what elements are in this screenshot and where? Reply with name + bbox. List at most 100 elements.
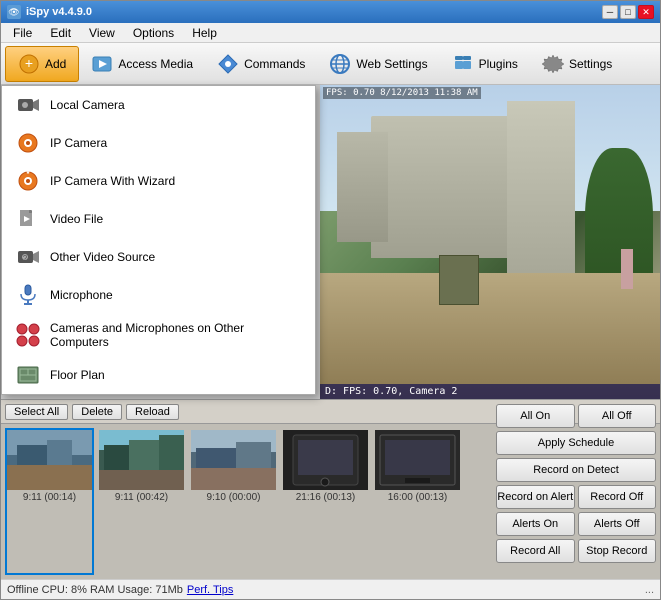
dropdown-floor-plan[interactable]: Floor Plan	[2, 356, 315, 394]
building2	[337, 132, 388, 242]
video-file-icon	[16, 207, 40, 231]
floor-plan-icon	[16, 363, 40, 387]
all-on-button[interactable]: All On	[496, 424, 575, 428]
person-figure	[621, 249, 633, 289]
btn-row-4: Record on Alert Record Off	[496, 485, 656, 509]
thumbnail-label-1: 9:11 (00:14)	[23, 492, 76, 503]
svg-text:★: ★	[26, 170, 31, 176]
btn-row-3: Record on Detect	[496, 458, 656, 482]
alerts-off-button[interactable]: Alerts Off	[578, 512, 657, 536]
status-text: Offline CPU: 8% RAM Usage: 71Mb	[7, 584, 183, 596]
camera-feed: FPS: 0.70 8/12/2013 11:38 AM D: FPS: 0.7…	[320, 85, 660, 399]
thumbnail-img-4	[283, 430, 368, 490]
thumbnail-1[interactable]: 9:11 (00:14)	[5, 428, 94, 575]
thumbnail-img-5	[375, 430, 460, 490]
bottom-section: Select All Delete Reload	[1, 399, 660, 579]
menu-options[interactable]: Options	[125, 24, 182, 42]
record-on-detect-button[interactable]: Record on Detect	[496, 458, 656, 482]
dropdown-local-camera[interactable]: Local Camera	[2, 86, 315, 124]
dropdown-cameras-microphones[interactable]: Cameras and Microphones on Other Compute…	[2, 314, 315, 356]
media-icon	[91, 53, 113, 75]
toolbar-settings[interactable]: Settings	[530, 46, 624, 82]
btn-row-5: Alerts On Alerts Off	[496, 512, 656, 536]
window-controls: ─ □ ✕	[602, 5, 654, 19]
record-off-button[interactable]: Record Off	[578, 485, 657, 509]
camera-image	[320, 85, 660, 399]
thumbnail-2[interactable]: 9:11 (00:42)	[97, 428, 186, 575]
plugins-icon	[452, 53, 474, 75]
building3	[507, 101, 575, 274]
svg-text:?: ?	[23, 254, 28, 263]
cameras-microphones-icon	[16, 323, 40, 347]
toolbar-plugins[interactable]: Plugins	[440, 46, 530, 82]
menu-help[interactable]: Help	[184, 24, 225, 42]
other-video-icon: ?	[16, 245, 40, 269]
toolbar-access-media[interactable]: Access Media	[79, 46, 205, 82]
menu-view[interactable]: View	[81, 24, 123, 42]
title-bar-left: 👁 iSpy v4.4.9.0	[7, 5, 92, 19]
thumbnail-img-1	[7, 430, 92, 490]
status-dots: ...	[645, 584, 654, 596]
record-all-button[interactable]: Record All	[496, 539, 575, 563]
thumbnail-3[interactable]: 9:10 (00:00)	[189, 428, 278, 575]
btn-row-2: Apply Schedule	[496, 431, 656, 455]
ground	[320, 273, 660, 399]
ip-camera-wizard-icon: ★	[16, 169, 40, 193]
main-window: 👁 iSpy v4.4.9.0 ─ □ ✕ File Edit View Opt…	[0, 0, 661, 600]
camera-overlay: D: FPS: 0.70, Camera 2	[320, 384, 660, 399]
local-camera-icon	[16, 93, 40, 117]
dropdown-other-video[interactable]: ? Other Video Source	[2, 238, 315, 276]
thumbnail-label-2: 9:11 (00:42)	[115, 492, 168, 503]
dropdown-ip-camera-wizard[interactable]: ★ IP Camera With Wizard	[2, 162, 315, 200]
main-content: Local Camera IP Camera	[1, 85, 660, 579]
minimize-button[interactable]: ─	[602, 5, 618, 19]
title-bar: 👁 iSpy v4.4.9.0 ─ □ ✕	[1, 1, 660, 23]
thumbnail-img-3	[191, 430, 276, 490]
status-bar: Offline CPU: 8% RAM Usage: 71Mb Perf. Ti…	[1, 579, 660, 599]
toolbar-web-settings[interactable]: Web Settings	[317, 46, 439, 82]
toolbar-commands[interactable]: Commands	[205, 46, 317, 82]
dropdown-ip-camera[interactable]: IP Camera	[2, 124, 315, 162]
perf-tips-link[interactable]: Perf. Tips	[187, 584, 233, 596]
delete-button[interactable]: Delete	[72, 404, 122, 420]
commands-icon	[217, 53, 239, 75]
apply-schedule-button[interactable]: Apply Schedule	[496, 431, 656, 455]
thumbnail-label-5: 16:00 (00:13)	[388, 492, 448, 503]
thumb-svg-4	[283, 430, 368, 490]
object-center	[439, 255, 479, 305]
record-on-alert-button[interactable]: Record on Alert	[496, 485, 575, 509]
microphone-icon	[16, 283, 40, 307]
btn-row-1: All On All Off	[496, 424, 656, 428]
toolbar-add[interactable]: + Add	[5, 46, 79, 82]
add-icon: +	[18, 53, 40, 75]
menu-edit[interactable]: Edit	[42, 24, 79, 42]
select-all-button[interactable]: Select All	[5, 404, 68, 420]
menu-file[interactable]: File	[5, 24, 40, 42]
reload-button[interactable]: Reload	[126, 404, 179, 420]
menu-bar: File Edit View Options Help	[1, 23, 660, 43]
window-title: iSpy v4.4.9.0	[26, 6, 92, 18]
maximize-button[interactable]: □	[620, 5, 636, 19]
alerts-on-button[interactable]: Alerts On	[496, 512, 575, 536]
dropdown-microphone[interactable]: Microphone	[2, 276, 315, 314]
dropdown-video-file[interactable]: Video File	[2, 200, 315, 238]
thumbnail-4[interactable]: 21:16 (00:13)	[281, 428, 370, 575]
thumb-svg-3	[191, 430, 276, 490]
thumbnail-label-3: 9:10 (00:00)	[207, 492, 261, 503]
thumbnail-label-4: 21:16 (00:13)	[296, 492, 356, 503]
thumbnail-img-2	[99, 430, 184, 490]
btn-row-6: Record All Stop Record	[496, 539, 656, 563]
camera-top-overlay: FPS: 0.70 8/12/2013 11:38 AM	[323, 87, 481, 99]
ip-camera-icon	[16, 131, 40, 155]
all-off-button[interactable]: All Off	[578, 424, 657, 428]
thumbnail-5[interactable]: 16:00 (00:13)	[373, 428, 462, 575]
stop-record-button[interactable]: Stop Record	[578, 539, 657, 563]
close-button[interactable]: ✕	[638, 5, 654, 19]
thumb-svg-1	[7, 430, 92, 490]
thumb-svg-5	[375, 430, 460, 490]
thumb-svg-2	[99, 430, 184, 490]
settings-icon	[542, 53, 564, 75]
camera-view-area: FPS: 0.70 8/12/2013 11:38 AM D: FPS: 0.7…	[320, 85, 660, 399]
right-control-panel: All On All Off Apply Schedule Record on …	[496, 424, 656, 563]
add-dropdown-menu: Local Camera IP Camera	[1, 85, 316, 395]
